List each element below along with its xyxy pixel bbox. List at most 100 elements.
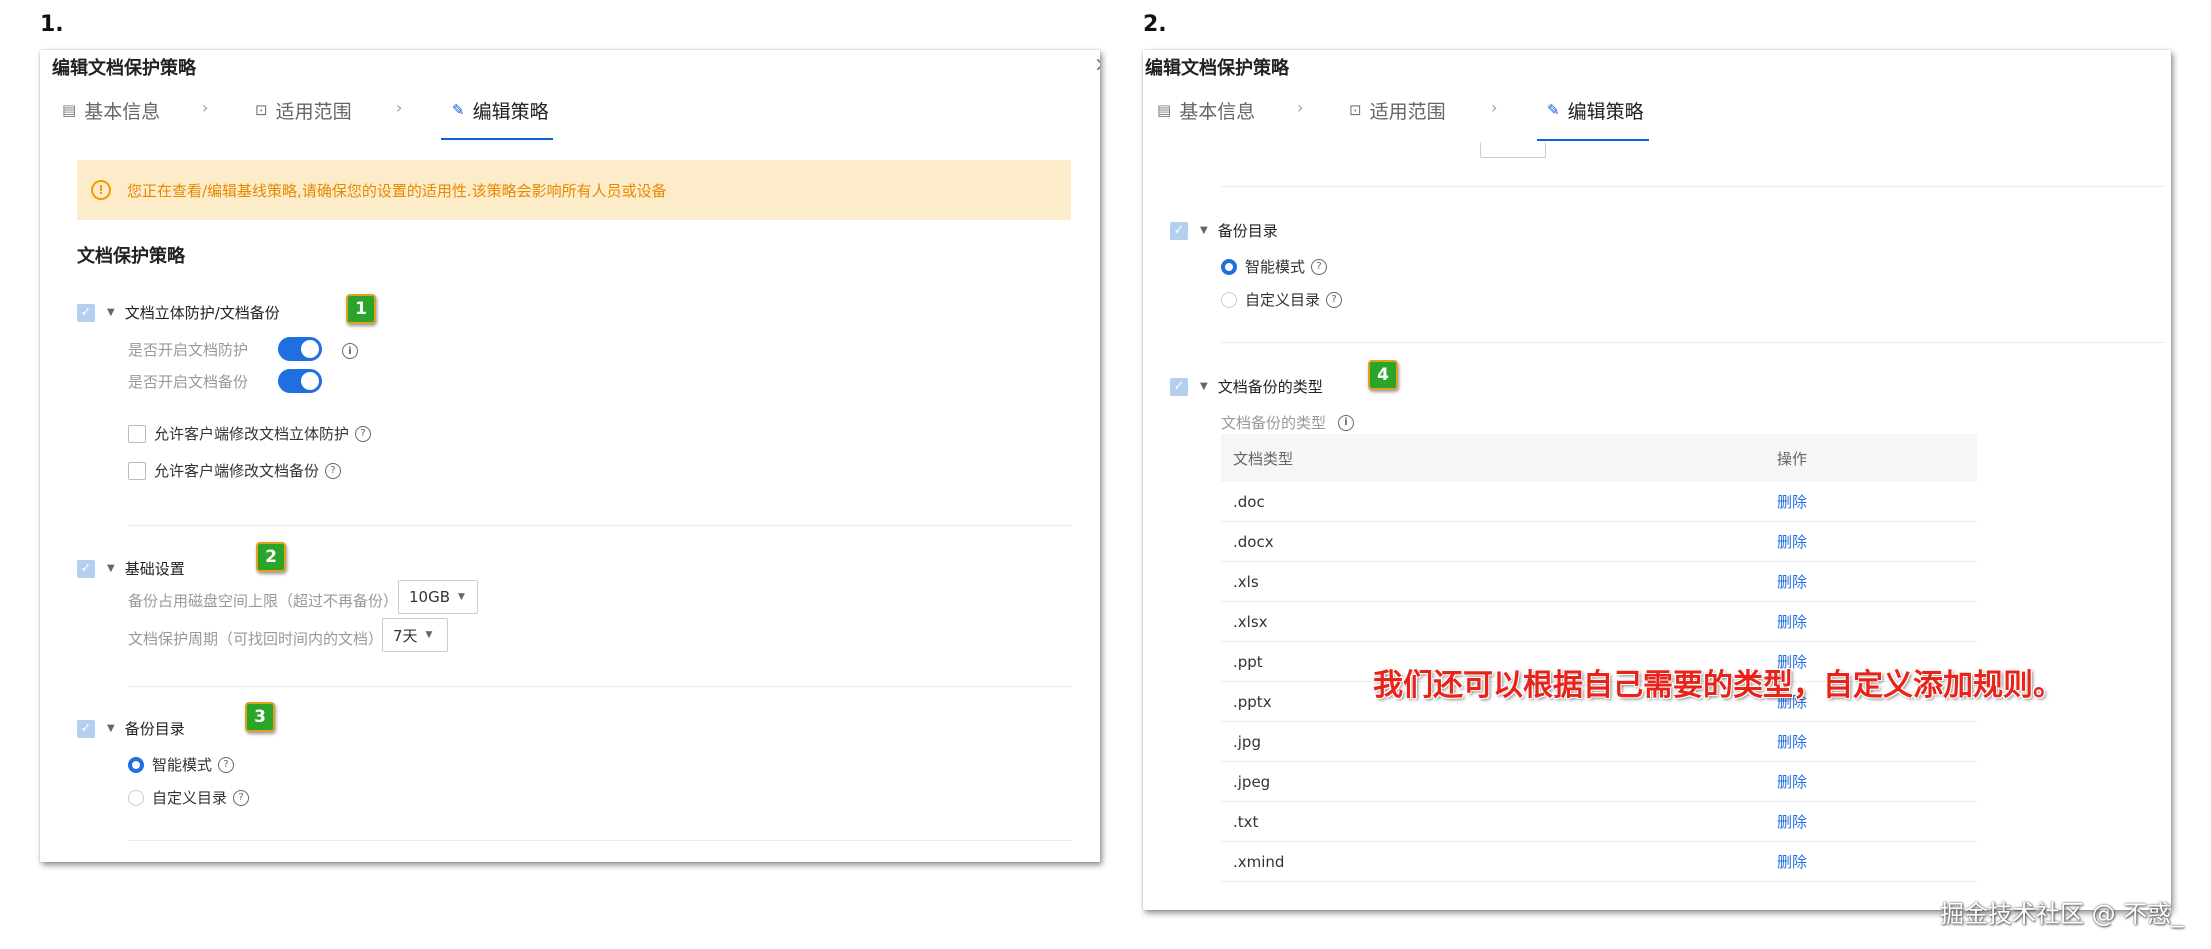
tab-scope[interactable]: ⊡ 适用范围 bbox=[1349, 80, 1446, 140]
custom-dir-radio[interactable]: 自定义目录 ? bbox=[128, 787, 250, 808]
protection-toggle[interactable] bbox=[278, 337, 322, 361]
check-icon[interactable]: ✓ bbox=[1170, 377, 1188, 396]
check-icon[interactable]: ✓ bbox=[1170, 221, 1188, 240]
backup-dir-header[interactable]: ✓ ▼ 备份目录 bbox=[77, 718, 185, 739]
doc-types-title: 文档备份的类型 bbox=[1217, 378, 1323, 396]
step-2-label: 2. bbox=[1143, 12, 1167, 37]
watermark: 掘金技术社区 @ 不惑_ bbox=[1940, 900, 2184, 928]
caret-down-icon[interactable]: ▼ bbox=[1200, 225, 1208, 236]
doc-types-header[interactable]: ✓ ▼ 文档备份的类型 bbox=[1170, 376, 1323, 397]
delete-link[interactable]: 删除 bbox=[1765, 521, 1977, 562]
doc-protect-header[interactable]: ✓ ▼ 文档立体防护/文档备份 bbox=[77, 302, 280, 323]
divider bbox=[1221, 186, 2165, 187]
table-row: .xlsx 删除 bbox=[1221, 601, 1977, 642]
tab-scope[interactable]: ⊡ 适用范围 bbox=[255, 80, 352, 140]
check-icon[interactable]: ✓ bbox=[77, 559, 95, 578]
type-cell: .txt bbox=[1221, 801, 1765, 842]
delete-link[interactable]: 删除 bbox=[1765, 561, 1977, 602]
custom-dir-radio[interactable]: 自定义目录 ? bbox=[1221, 289, 1343, 310]
chevron-right-icon: › bbox=[1297, 98, 1304, 117]
step-badge-2: 2 bbox=[256, 542, 286, 572]
help-icon[interactable]: ? bbox=[1326, 291, 1343, 308]
radio-label: 自定义目录 bbox=[1245, 291, 1321, 309]
delete-link[interactable]: 删除 bbox=[1765, 721, 1977, 762]
help-icon[interactable]: ? bbox=[1311, 258, 1328, 275]
caret-down-icon[interactable]: ▼ bbox=[107, 307, 115, 318]
type-cell: .xmind bbox=[1221, 841, 1765, 882]
dialog-title: 编辑文档保护策略 bbox=[52, 58, 196, 79]
chevron-right-icon: › bbox=[396, 98, 403, 117]
step-1-label: 1. bbox=[40, 12, 64, 37]
help-icon[interactable]: ? bbox=[218, 756, 235, 773]
edit-policy-dialog-1: 编辑文档保护策略 × ▤ 基本信息 › ⊡ 适用范围 › ✎ 编辑策略 ! 您正… bbox=[40, 50, 1100, 862]
info-icon[interactable]: i bbox=[1338, 414, 1355, 431]
tab-basic-info[interactable]: ▤ 基本信息 bbox=[1157, 80, 1255, 140]
radio-selected[interactable] bbox=[128, 756, 144, 773]
tab-label: 编辑策略 bbox=[1567, 100, 1644, 123]
basic-settings-header[interactable]: ✓ ▼ 基础设置 bbox=[77, 558, 185, 579]
chevron-right-icon: › bbox=[202, 98, 209, 117]
help-icon[interactable]: ? bbox=[355, 425, 372, 442]
check-icon[interactable]: ✓ bbox=[77, 303, 95, 322]
radio-unselected[interactable] bbox=[128, 789, 144, 806]
caret-down-icon: ▼ bbox=[425, 630, 433, 640]
close-icon[interactable]: × bbox=[1094, 52, 1100, 76]
table-row: .xls 删除 bbox=[1221, 561, 1977, 602]
table-row: .jpeg 删除 bbox=[1221, 761, 1977, 802]
wizard-tabs: ▤ 基本信息 › ⊡ 适用范围 › ✎ 编辑策略 bbox=[40, 80, 1100, 140]
type-cell: .docx bbox=[1221, 521, 1765, 562]
sublabel-text: 文档备份的类型 bbox=[1221, 414, 1327, 432]
period-select[interactable]: 7天 ▼ bbox=[382, 618, 448, 652]
table-row: .doc 删除 bbox=[1221, 482, 1977, 522]
dialog-title: 编辑文档保护策略 bbox=[1145, 58, 1289, 79]
caret-down-icon: ▼ bbox=[458, 592, 465, 602]
smart-mode-radio[interactable]: 智能模式 ? bbox=[128, 754, 235, 775]
tab-basic-info[interactable]: ▤ 基本信息 bbox=[62, 80, 160, 140]
step-badge-3: 3 bbox=[245, 702, 275, 732]
scrolled-select-remnant[interactable] bbox=[1480, 142, 1546, 158]
period-label: 文档保护周期（可找回时间内的文档） bbox=[128, 630, 384, 648]
edit-policy-dialog-2: 编辑文档保护策略 ▤ 基本信息 › ⊡ 适用范围 › ✎ 编辑策略 ✓ ▼ 备份… bbox=[1143, 50, 2171, 910]
doc-types-table: 文档类型 操作 .doc 删除 .docx 删除 .xls 删除 .xlsx 删除 .p… bbox=[1221, 434, 1977, 882]
divider bbox=[1221, 342, 2165, 343]
select-value: 7天 bbox=[393, 626, 418, 645]
disk-limit-label: 备份占用磁盘空间上限（超过不再备份） bbox=[128, 592, 399, 610]
document-icon: ▤ bbox=[1157, 101, 1172, 119]
tab-label: 基本信息 bbox=[1179, 100, 1256, 123]
delete-link[interactable]: 删除 bbox=[1765, 482, 1977, 522]
smart-mode-radio[interactable]: 智能模式 ? bbox=[1221, 256, 1328, 277]
radio-selected[interactable] bbox=[1221, 258, 1237, 275]
help-icon[interactable]: ? bbox=[325, 462, 342, 479]
delete-link[interactable]: 删除 bbox=[1765, 601, 1977, 642]
delete-link[interactable]: 删除 bbox=[1765, 841, 1977, 882]
radio-unselected[interactable] bbox=[1221, 291, 1237, 308]
delete-link[interactable]: 删除 bbox=[1765, 761, 1977, 802]
divider bbox=[128, 686, 1072, 687]
backup-dir-title: 备份目录 bbox=[124, 720, 185, 738]
chevron-right-icon: › bbox=[1491, 98, 1498, 117]
check-icon[interactable]: ✓ bbox=[77, 719, 95, 738]
caret-down-icon[interactable]: ▼ bbox=[107, 563, 115, 574]
warning-icon: ! bbox=[91, 180, 111, 200]
info-icon[interactable]: i bbox=[342, 343, 358, 359]
backup-toggle[interactable] bbox=[278, 369, 322, 393]
type-cell: .xlsx bbox=[1221, 601, 1765, 642]
delete-link[interactable]: 删除 bbox=[1765, 801, 1977, 842]
doc-protect-title: 文档立体防护/文档备份 bbox=[124, 304, 280, 322]
caret-down-icon[interactable]: ▼ bbox=[1200, 381, 1208, 392]
step-badge-1: 1 bbox=[346, 294, 376, 324]
allow-client-protect-checkbox[interactable]: 允许客户端修改文档立体防护 ? bbox=[128, 423, 372, 444]
tab-edit-policy[interactable]: ✎ 编辑策略 bbox=[452, 80, 549, 140]
wizard-tabs: ▤ 基本信息 › ⊡ 适用范围 › ✎ 编辑策略 bbox=[1143, 80, 2171, 141]
checkbox[interactable] bbox=[128, 424, 146, 443]
checkbox[interactable] bbox=[128, 461, 146, 480]
doc-types-sublabel: 文档备份的类型 i bbox=[1221, 412, 1355, 433]
allow-client-backup-checkbox[interactable]: 允许客户端修改文档备份 ? bbox=[128, 460, 342, 481]
warning-text: 您正在查看/编辑基线策略,请确保您的设置的适用性.该策略会影响所有人员或设备 bbox=[127, 181, 667, 200]
chart-icon: ⊡ bbox=[255, 101, 268, 119]
disk-limit-select[interactable]: 10GB ▼ bbox=[398, 580, 478, 614]
caret-down-icon[interactable]: ▼ bbox=[107, 723, 115, 734]
help-icon[interactable]: ? bbox=[233, 789, 250, 806]
backup-dir-header[interactable]: ✓ ▼ 备份目录 bbox=[1170, 220, 1278, 241]
tab-edit-policy[interactable]: ✎ 编辑策略 bbox=[1547, 80, 1644, 140]
